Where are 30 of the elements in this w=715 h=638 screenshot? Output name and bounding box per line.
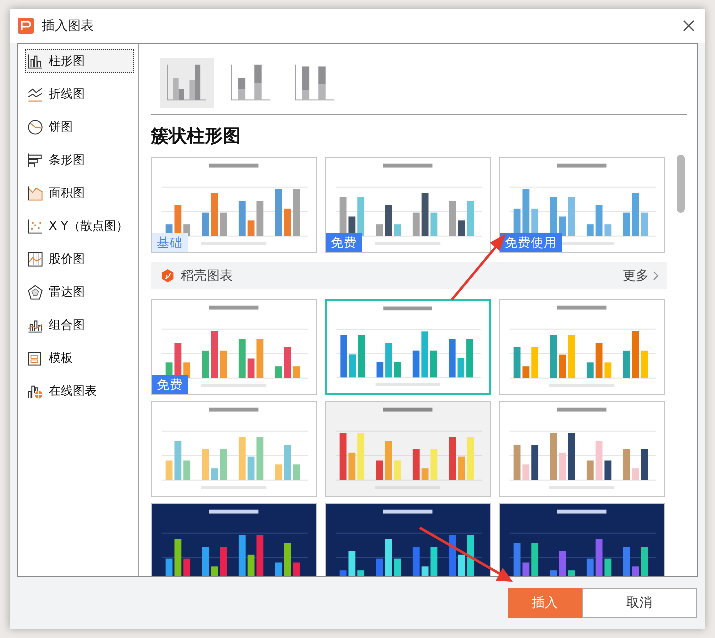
hexagon-logo-icon: [161, 268, 175, 282]
template-badge: 基础: [152, 233, 188, 252]
chart-type-item[interactable]: 雷达图: [25, 280, 134, 304]
chart-type-item[interactable]: 股价图: [25, 247, 134, 271]
section-heading: 簇状柱形图: [151, 125, 242, 149]
chart-type-item[interactable]: 组合图: [25, 313, 134, 337]
chart-type-item[interactable]: 折线图: [25, 82, 134, 106]
window-title: 插入图表: [42, 18, 95, 35]
chart-type-item[interactable]: 柱形图: [25, 49, 134, 73]
chart-type-item[interactable]: X Y（散点图）: [25, 214, 134, 238]
chart-type-item[interactable]: 面积图: [25, 181, 134, 205]
arrow: [451, 234, 506, 301]
chart-type-item[interactable]: 在线图表: [25, 379, 134, 403]
close-icon[interactable]: [683, 20, 695, 32]
chart-template-thumbnail[interactable]: 免费使用: [499, 157, 665, 253]
chart-template-thumbnail[interactable]: 免费: [151, 299, 317, 395]
chart-template-thumbnail[interactable]: 免费: [325, 157, 491, 253]
template-badge: 免费: [326, 233, 362, 252]
chart-subtype-option[interactable]: [160, 58, 214, 108]
chart-type-item[interactable]: 模板: [25, 346, 134, 370]
chart-type-item[interactable]: 条形图: [25, 148, 134, 172]
app-logo-icon: [18, 18, 34, 34]
section-title: 稻壳图表: [181, 268, 234, 284]
chart-type-item[interactable]: 饼图: [25, 115, 134, 139]
scrollbar-thumb[interactable]: [677, 155, 685, 213]
template-badge: 免费: [152, 375, 188, 394]
more-link[interactable]: 更多: [623, 266, 659, 284]
template-badge: 免费使用: [500, 233, 562, 252]
cancel-button[interactable]: 取消: [582, 588, 697, 618]
chevron-right-icon: [653, 270, 659, 280]
